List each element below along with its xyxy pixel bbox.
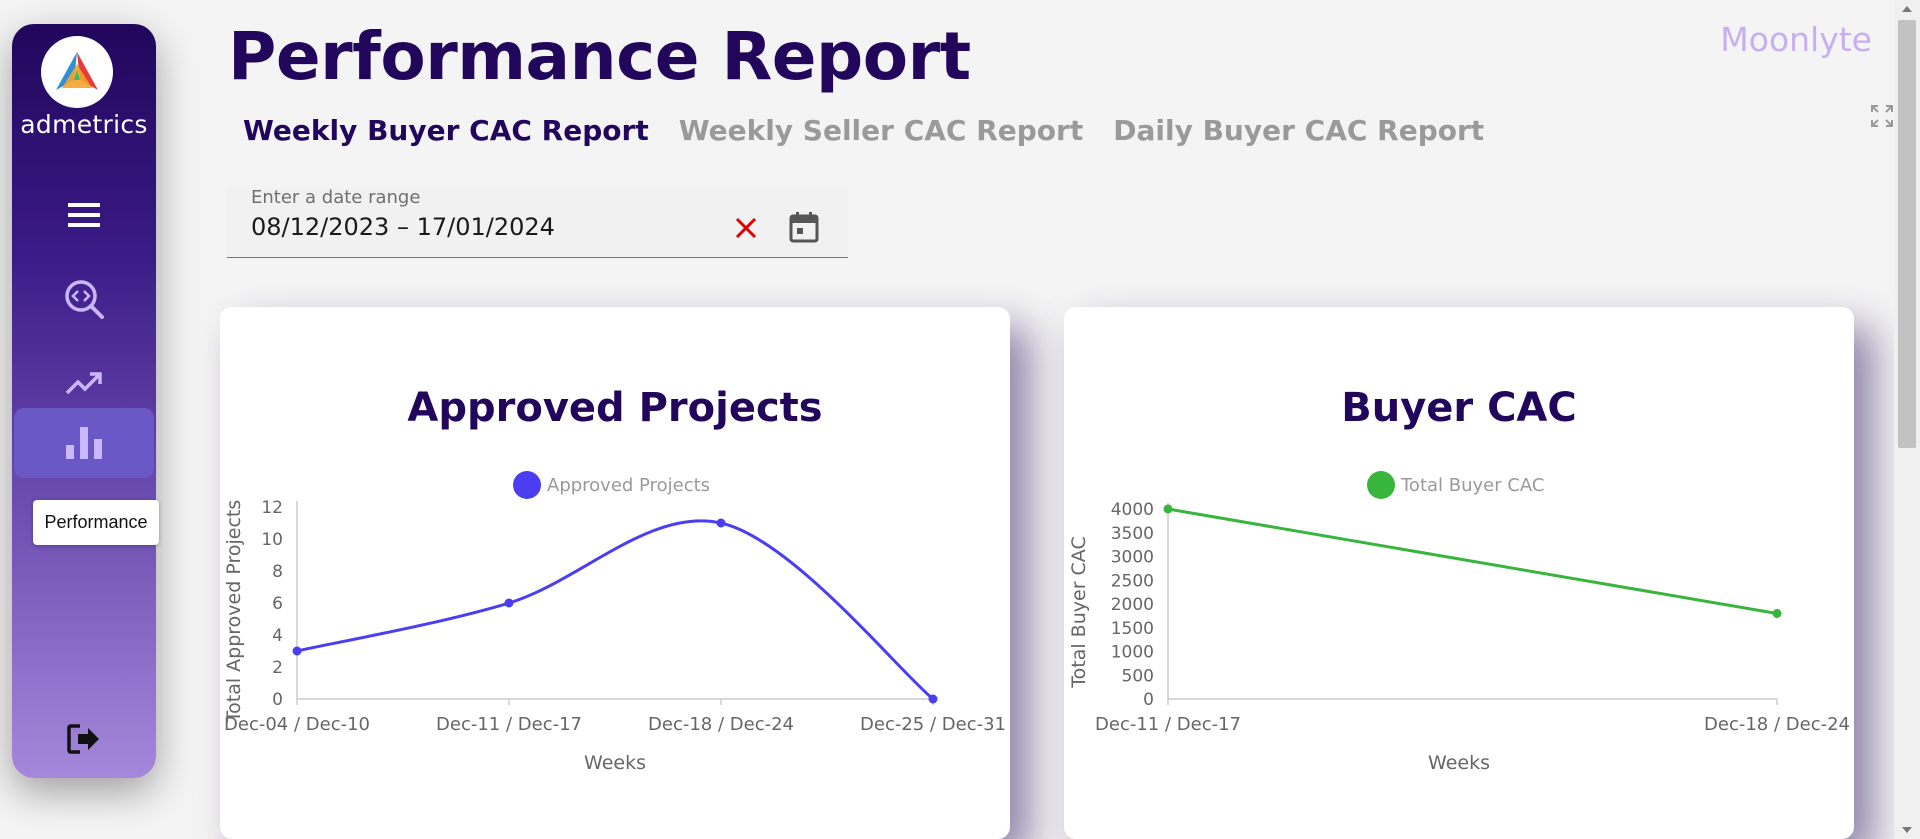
x-axis-title: Weeks — [1428, 752, 1490, 774]
sidebar: admetrics — [12, 24, 156, 778]
calendar-button[interactable] — [789, 211, 819, 247]
y-tick-label: 8 — [272, 562, 283, 582]
logout-icon — [67, 724, 99, 754]
x-axis-title: Weeks — [584, 752, 646, 774]
y-tick-label: 3500 — [1111, 524, 1154, 544]
brand-name: Moonlyte — [1720, 20, 1872, 59]
data-point — [1772, 609, 1782, 618]
y-tick-label: 6 — [272, 594, 283, 614]
page-scrollbar[interactable] — [1894, 0, 1920, 839]
scroll-thumb[interactable] — [1898, 20, 1916, 448]
y-tick-label: 4 — [272, 626, 283, 646]
tab-daily-buyer-cac[interactable]: Daily Buyer CAC Report — [1113, 114, 1484, 147]
scroll-down-arrow[interactable] — [1902, 827, 1912, 833]
chart-title: Buyer CAC — [1341, 385, 1577, 431]
date-range-field[interactable]: Enter a date range 08/12/2023 – 17/01/20… — [227, 187, 848, 258]
data-point — [928, 694, 938, 704]
close-icon — [735, 217, 757, 239]
scroll-up-arrow[interactable] — [1902, 6, 1912, 12]
data-point — [504, 598, 514, 608]
clear-date-button[interactable] — [733, 215, 759, 245]
menu-button[interactable] — [12, 180, 156, 250]
y-tick-label: 2 — [272, 658, 283, 678]
buyer-cac-chart: Buyer CAC Total Buyer CAC 0 500 1000 1500 2000… — [1068, 385, 1850, 774]
data-point — [716, 518, 726, 528]
y-tick-label: 2000 — [1111, 595, 1154, 615]
y-axis-title: Total Buyer CAC — [1068, 536, 1090, 688]
y-tick-label: 500 — [1122, 666, 1154, 686]
legend-label: Approved Projects — [547, 475, 710, 496]
tab-weekly-seller-cac[interactable]: Weekly Seller CAC Report — [679, 114, 1084, 147]
y-tick-label: 12 — [261, 498, 283, 518]
legend-marker — [1367, 471, 1395, 499]
legend-marker — [513, 471, 541, 499]
y-tick-label: 4000 — [1111, 500, 1154, 520]
y-tick-label: 10 — [261, 530, 283, 550]
page-title: Performance Report — [228, 18, 971, 95]
approved-projects-chart: Approved Projects Approved Projects 0 2 4 6 8 1… — [223, 385, 1006, 774]
y-tick-label: 1500 — [1111, 619, 1154, 639]
data-point — [292, 646, 302, 656]
data-point — [1163, 504, 1173, 514]
x-tick-label: Dec-04 / Dec-10 — [224, 714, 370, 735]
code-search-icon — [65, 280, 104, 319]
performance-tooltip: Performance — [33, 500, 159, 545]
x-tick-label: Dec-11 / Dec-17 — [436, 714, 582, 735]
x-tick-label: Dec-11 / Dec-17 — [1095, 714, 1241, 735]
date-range-label: Enter a date range — [251, 187, 421, 208]
bar-chart-icon — [66, 427, 102, 459]
y-tick-label: 2500 — [1111, 571, 1154, 591]
calendar-icon — [789, 212, 819, 243]
y-tick-label: 0 — [272, 690, 283, 710]
app-name: admetrics — [20, 110, 148, 139]
x-tick-label: Dec-18 / Dec-24 — [1704, 714, 1850, 735]
tab-weekly-buyer-cac[interactable]: Weekly Buyer CAC Report — [243, 114, 649, 147]
date-range-input[interactable]: 08/12/2023 – 17/01/2024 — [251, 213, 555, 241]
y-tick-label: 3000 — [1111, 548, 1154, 568]
x-tick-label: Dec-18 / Dec-24 — [648, 714, 794, 735]
approved-projects-card: Approved Projects Approved Projects 0 2 4 6 8 1… — [220, 307, 1010, 839]
menu-icon — [68, 203, 100, 227]
legend-label: Total Buyer CAC — [1400, 475, 1545, 496]
series-line — [296, 519, 934, 701]
nav-item-explore[interactable] — [12, 264, 156, 334]
logout-button[interactable] — [12, 704, 156, 774]
trending-up-icon — [65, 372, 102, 395]
x-tick-label: Dec-25 / Dec-31 — [860, 714, 1006, 735]
series-line — [1167, 507, 1778, 615]
y-tick-label: 1000 — [1111, 643, 1154, 663]
buyer-cac-card: Buyer CAC Total Buyer CAC 0 500 1000 1500 2000… — [1064, 307, 1854, 839]
chart-title: Approved Projects — [407, 385, 822, 431]
y-tick-label: 0 — [1143, 690, 1154, 710]
fullscreen-icon — [1871, 105, 1893, 127]
fullscreen-button[interactable] — [1870, 104, 1894, 132]
admetrics-logo[interactable] — [41, 36, 113, 108]
nav-item-performance[interactable] — [14, 408, 154, 478]
y-axis-title: Total Approved Projects — [223, 500, 245, 724]
report-tabs: Weekly Buyer CAC Report Weekly Seller CA… — [243, 114, 1484, 147]
